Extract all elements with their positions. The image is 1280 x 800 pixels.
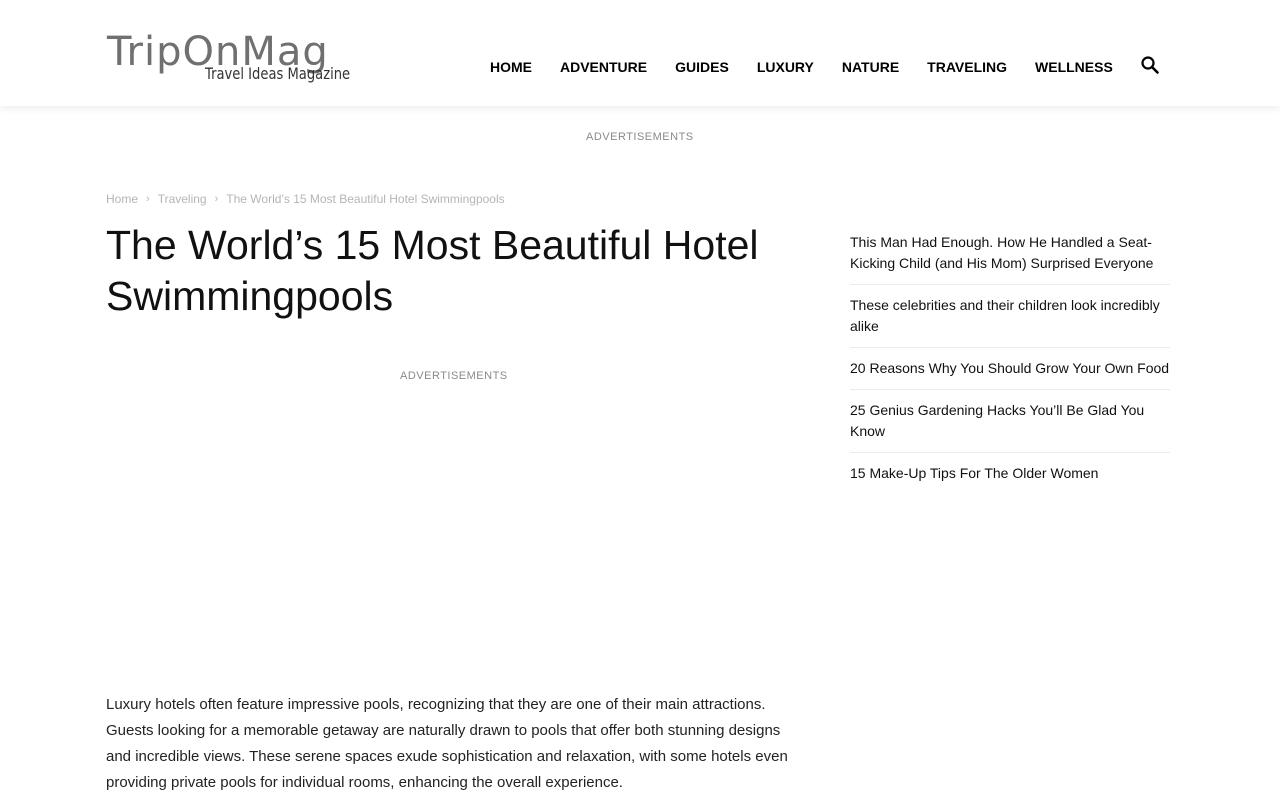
search-button[interactable] xyxy=(1140,55,1160,75)
sidebar-post-link[interactable]: These celebrities and their children loo… xyxy=(850,295,1170,348)
breadcrumb-current: The World’s 15 Most Beautiful Hotel Swim… xyxy=(226,192,505,206)
article-ad-slot xyxy=(106,400,802,680)
article-ad-label: ADVERTISEMENTS xyxy=(400,370,508,382)
breadcrumb-home[interactable]: Home xyxy=(106,192,138,206)
breadcrumb: Home › Traveling › The World’s 15 Most B… xyxy=(106,192,505,206)
sidebar-post-link[interactable]: 20 Reasons Why You Should Grow Your Own … xyxy=(850,358,1170,390)
top-ad-label: ADVERTISEMENTS xyxy=(586,131,694,143)
main-nav: HOME ADVENTURE GUIDES LUXURY NATURE TRAV… xyxy=(476,52,1127,82)
nav-adventure[interactable]: ADVENTURE xyxy=(546,52,661,82)
nav-luxury[interactable]: LUXURY xyxy=(743,52,828,82)
nav-home[interactable]: HOME xyxy=(476,52,546,82)
article-intro: Luxury hotels often feature impressive p… xyxy=(106,696,788,791)
nav-guides[interactable]: GUIDES xyxy=(661,52,743,82)
nav-wellness[interactable]: WELLNESS xyxy=(1021,52,1127,82)
sidebar-post-link[interactable]: 25 Genius Gardening Hacks You’ll Be Glad… xyxy=(850,400,1170,453)
sidebar-post-link[interactable]: This Man Had Enough. How He Handled a Se… xyxy=(850,232,1170,285)
search-icon xyxy=(1141,56,1159,74)
nav-nature[interactable]: NATURE xyxy=(828,52,913,82)
site-logo[interactable]: TripOnMag Travel Ideas Magazine xyxy=(107,30,379,88)
sidebar-post-link[interactable]: 15 Make-Up Tips For The Older Women xyxy=(850,463,1170,494)
breadcrumb-traveling[interactable]: Traveling xyxy=(158,192,207,206)
breadcrumb-separator: › xyxy=(146,193,150,205)
breadcrumb-separator: › xyxy=(214,193,219,205)
sidebar-related-posts: This Man Had Enough. How He Handled a Se… xyxy=(850,232,1170,504)
article-title: The World’s 15 Most Beautiful Hotel Swim… xyxy=(106,222,759,319)
logo-tagline: Travel Ideas Magazine xyxy=(205,64,351,83)
site-header: TripOnMag Travel Ideas Magazine HOME ADV… xyxy=(0,0,1280,106)
nav-traveling[interactable]: TRAVELING xyxy=(913,52,1021,82)
